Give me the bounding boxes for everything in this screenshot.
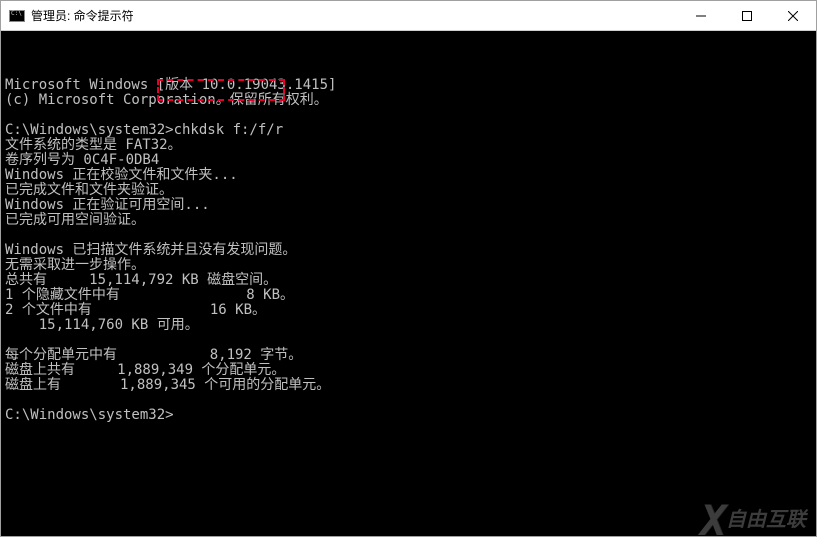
terminal-line: 无需采取进一步操作。 — [5, 258, 812, 273]
terminal-line: 总共有 15,114,792 KB 磁盘空间。 — [5, 273, 812, 288]
terminal-line — [5, 228, 812, 243]
terminal-line: C:\Windows\system32>chkdsk f:/f/r — [5, 123, 812, 138]
terminal-line: 已完成文件和文件夹验证。 — [5, 183, 812, 198]
maximize-button[interactable] — [724, 1, 770, 30]
window-title: 管理员: 命令提示符 — [31, 7, 678, 24]
terminal-line: 15,114,760 KB 可用。 — [5, 318, 812, 333]
terminal-line: 2 个文件中有 16 KB。 — [5, 303, 812, 318]
terminal-line: 文件系统的类型是 FAT32。 — [5, 138, 812, 153]
close-button[interactable] — [770, 1, 816, 30]
app-icon — [9, 8, 25, 24]
terminal-line: 每个分配单元中有 8,192 字节。 — [5, 348, 812, 363]
titlebar[interactable]: 管理员: 命令提示符 — [1, 1, 816, 31]
terminal-output[interactable]: Microsoft Windows [版本 10.0.19043.1415](c… — [1, 31, 816, 536]
watermark-text: 自由互联 — [726, 513, 806, 528]
terminal-line: Windows 正在验证可用空间... — [5, 198, 812, 213]
terminal-line: Microsoft Windows [版本 10.0.19043.1415] — [5, 78, 812, 93]
terminal-line: 已完成可用空间验证。 — [5, 213, 812, 228]
command-prompt-window: 管理员: 命令提示符 Microsoft Windows [版本 10.0.19… — [0, 0, 817, 537]
terminal-line: (c) Microsoft Corporation。保留所有权利。 — [5, 93, 812, 108]
terminal-line: 卷序列号为 0C4F-0DB4 — [5, 153, 812, 168]
terminal-line: 磁盘上有 1,889,345 个可用的分配单元。 — [5, 378, 812, 393]
terminal-line — [5, 108, 812, 123]
terminal-line: Windows 已扫描文件系统并且没有发现问题。 — [5, 243, 812, 258]
terminal-line: 1 个隐藏文件中有 8 KB。 — [5, 288, 812, 303]
terminal-line — [5, 333, 812, 348]
watermark: X 自由互联 — [701, 513, 806, 528]
terminal-line — [5, 393, 812, 408]
terminal-line: 磁盘上共有 1,889,349 个分配单元。 — [5, 363, 812, 378]
terminal-line: Windows 正在校验文件和文件夹... — [5, 168, 812, 183]
window-controls — [678, 1, 816, 30]
minimize-button[interactable] — [678, 1, 724, 30]
watermark-logo-icon: X — [701, 513, 720, 528]
terminal-line: C:\Windows\system32> — [5, 408, 812, 423]
